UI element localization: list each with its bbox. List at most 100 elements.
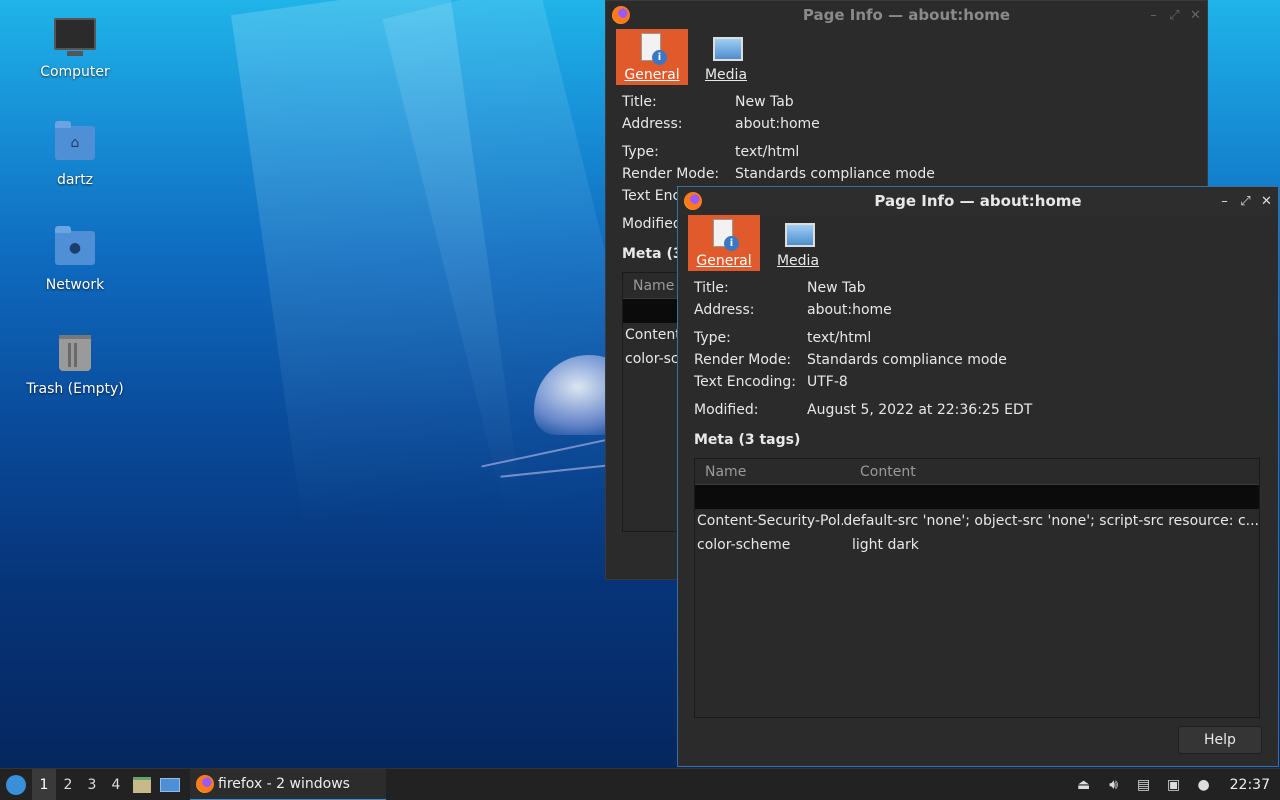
- field-key: Type:: [622, 144, 659, 160]
- field-row-address: Address: about:home: [694, 299, 1262, 321]
- tab-media[interactable]: Media: [762, 215, 834, 271]
- field-value: New Tab: [735, 94, 794, 110]
- field-key: Type:: [694, 330, 731, 346]
- task-label: firefox - 2 windows: [218, 775, 350, 792]
- workspace-4[interactable]: 4: [104, 769, 128, 800]
- window-titlebar[interactable]: Page Info — about:home – ⤢ ✕: [678, 187, 1278, 215]
- tab-label: General: [696, 253, 752, 269]
- meta-content-cell: default-src 'none'; object-src 'none'; s…: [843, 513, 1259, 529]
- table-row-selected[interactable]: [695, 485, 1259, 509]
- tab-general[interactable]: General: [688, 215, 760, 271]
- tab-label: Media: [776, 253, 820, 269]
- field-key: Title:: [622, 94, 657, 110]
- meta-name-cell: Content-Security-Pol...: [697, 513, 844, 529]
- desktop-icon: [160, 777, 180, 792]
- desktop-icon-label: Computer: [40, 64, 110, 80]
- page-info-window-foreground[interactable]: Page Info — about:home – ⤢ ✕ General Med…: [677, 186, 1279, 767]
- minimize-icon[interactable]: –: [1148, 8, 1159, 23]
- taskbar: 1 2 3 4 firefox - 2 windows ⏏ 🔊︎ ▤ ▣ ● 2…: [0, 768, 1280, 800]
- field-value: about:home: [735, 116, 820, 132]
- workspace-1[interactable]: 1: [32, 768, 56, 800]
- minimize-icon[interactable]: –: [1219, 194, 1230, 209]
- field-row: Render Mode: Standards compliance mode: [622, 163, 1191, 185]
- notification-icon[interactable]: ●: [1196, 777, 1212, 793]
- tab-media[interactable]: Media: [690, 29, 762, 85]
- window-title: Page Info — about:home: [802, 6, 1011, 24]
- firefox-icon: [196, 774, 214, 793]
- column-header-name[interactable]: Name: [705, 464, 860, 480]
- field-row: Title: New Tab: [622, 91, 1191, 113]
- desktop-icon-label: Trash (Empty): [26, 381, 124, 397]
- tab-label: Media: [704, 67, 748, 83]
- meta-heading: Meta (3 tags): [694, 432, 801, 448]
- file-manager-icon: [133, 776, 151, 793]
- eject-icon[interactable]: ⏏: [1076, 777, 1092, 793]
- field-row-render-mode: Render Mode: Standards compliance mode: [694, 349, 1262, 371]
- meta-name-cell: color-sc: [625, 351, 679, 367]
- media-icon: [785, 219, 815, 249]
- table-row[interactable]: color-scheme light dark: [695, 533, 1259, 557]
- table-row[interactable]: Content-Security-Pol... default-src 'non…: [695, 509, 1259, 533]
- field-value: UTF-8: [807, 374, 848, 390]
- field-row-modified: Modified: August 5, 2022 at 22:36:25 EDT: [694, 399, 1262, 421]
- field-value: text/html: [735, 144, 800, 160]
- field-key: Address:: [622, 116, 683, 132]
- maximize-icon[interactable]: ⤢: [1169, 8, 1180, 23]
- field-row-type: Type: text/html: [694, 327, 1262, 349]
- whisker-menu-icon: [6, 774, 26, 795]
- field-key: Modified:: [694, 402, 759, 418]
- field-key: Address:: [694, 302, 755, 318]
- clock[interactable]: 22:37: [1230, 777, 1270, 793]
- field-key: Title:: [694, 280, 729, 296]
- tab-label: General: [624, 67, 680, 83]
- workspace-3[interactable]: 3: [80, 769, 104, 800]
- meta-content-cell: light dark: [852, 537, 919, 553]
- desktop-icon-computer[interactable]: Computer: [20, 18, 130, 80]
- desktop-icon-network[interactable]: ● Network: [20, 226, 130, 293]
- system-tray: ⏏ 🔊︎ ▤ ▣ ● 22:37: [1076, 769, 1280, 800]
- volume-icon[interactable]: 🔊︎: [1106, 777, 1122, 793]
- trash-icon: [54, 335, 96, 375]
- desktop-icon-label: dartz: [56, 172, 94, 188]
- file-manager-launcher[interactable]: [128, 769, 156, 800]
- field-value: August 5, 2022 at 22:36:25 EDT: [807, 402, 1033, 418]
- field-key: Text Encoding:: [694, 374, 796, 390]
- field-value: Standards compliance mode: [807, 352, 1007, 368]
- field-key: Render Mode:: [694, 352, 792, 368]
- network-icon[interactable]: ▣: [1166, 777, 1182, 793]
- desktop-icon-trash[interactable]: Trash (Empty): [20, 333, 130, 397]
- field-row: Address: about:home: [622, 113, 1191, 135]
- desktop-icon-label: Network: [45, 277, 105, 293]
- window-title: Page Info — about:home: [874, 192, 1082, 210]
- field-value: about:home: [807, 302, 892, 318]
- close-icon[interactable]: ✕: [1261, 194, 1272, 209]
- document-info-icon: [639, 33, 665, 63]
- show-desktop-button[interactable]: [156, 769, 184, 800]
- tab-general[interactable]: General: [616, 29, 688, 85]
- field-row-encoding: Text Encoding: UTF-8: [694, 371, 1262, 393]
- meta-table[interactable]: Name Content Content-Security-Pol... def…: [694, 458, 1260, 718]
- window-titlebar[interactable]: Page Info — about:home – ⤢ ✕: [606, 1, 1207, 29]
- meta-name-cell: Content: [625, 327, 681, 343]
- workspace-2[interactable]: 2: [56, 769, 80, 800]
- maximize-icon[interactable]: ⤢: [1240, 194, 1251, 209]
- field-key: Render Mode:: [622, 166, 720, 182]
- meta-name-cell: color-scheme: [697, 537, 791, 553]
- field-row-title: Title: New Tab: [694, 277, 1262, 299]
- computer-icon: [54, 18, 96, 58]
- field-value: New Tab: [807, 280, 866, 296]
- field-value: Standards compliance mode: [735, 166, 935, 182]
- media-icon: [713, 33, 743, 63]
- network-folder-icon: ●: [54, 226, 96, 271]
- taskbar-task-firefox[interactable]: firefox - 2 windows: [190, 768, 386, 800]
- desktop-icon-home[interactable]: ⌂ dartz: [20, 121, 130, 188]
- applications-menu-button[interactable]: [0, 769, 32, 800]
- field-value: text/html: [807, 330, 872, 346]
- field-row: Type: text/html: [622, 141, 1191, 163]
- home-folder-icon: ⌂: [54, 121, 96, 166]
- document-info-icon: [711, 219, 737, 249]
- column-header-content[interactable]: Content: [860, 464, 916, 480]
- close-icon[interactable]: ✕: [1190, 8, 1201, 23]
- clipboard-icon[interactable]: ▤: [1136, 777, 1152, 793]
- help-button[interactable]: Help: [1178, 726, 1262, 754]
